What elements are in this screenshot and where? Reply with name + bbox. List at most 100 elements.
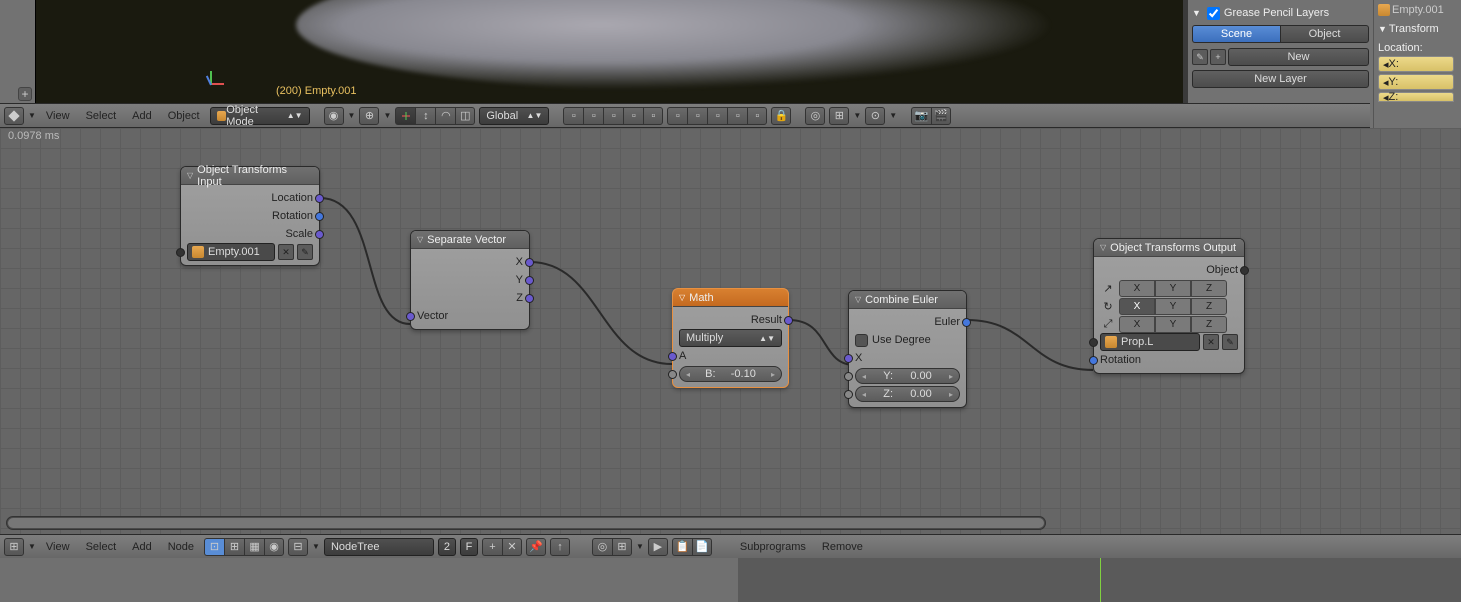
browse-nodetree-icon[interactable]: ⊟ (288, 538, 308, 556)
layer-button[interactable]: ▫ (707, 107, 727, 125)
rotate-manipulator-icon[interactable]: ◠ (435, 107, 455, 125)
node-separate-vector[interactable]: ▽Separate Vector X Y Z Vector (410, 230, 530, 330)
remove-menu[interactable]: Remove (816, 538, 869, 556)
translate-manipulator-icon[interactable]: ↕ (415, 107, 435, 125)
tree-type-icon[interactable]: ⊞ (224, 538, 244, 556)
add-menu[interactable]: Add (126, 538, 158, 556)
loc-y-toggle[interactable]: Y (1155, 280, 1191, 297)
node-combine-euler[interactable]: ▽Combine Euler Euler Use Degree X ◂Y:0.0… (848, 290, 967, 408)
pin-icon[interactable]: 📌 (526, 538, 546, 556)
rot-y-toggle[interactable]: Y (1155, 298, 1191, 315)
location-z-field[interactable]: ◂Z: (1378, 92, 1454, 102)
input-z-field[interactable]: ◂Z:0.00▸ (855, 386, 960, 402)
node-menu[interactable]: Node (162, 538, 200, 556)
layer-button[interactable]: ▫ (687, 107, 707, 125)
nodetree-name-field[interactable]: NodeTree (324, 538, 434, 556)
fake-user-toggle[interactable]: F (460, 538, 478, 556)
eyedropper-icon[interactable]: ✎ (297, 244, 313, 260)
mode-dropdown[interactable]: Object Mode ▲▼ (210, 107, 310, 125)
scene-tab[interactable]: Scene (1192, 25, 1280, 43)
go-parent-icon[interactable]: ↑ (550, 538, 570, 556)
tree-type-icon[interactable]: ◉ (264, 538, 284, 556)
copy-icon[interactable]: 📋 (672, 538, 692, 556)
auto-execution-icon[interactable]: ▶ (648, 538, 668, 556)
layer-button[interactable]: ▫ (563, 107, 583, 125)
select-menu[interactable]: Select (80, 107, 123, 125)
view-menu[interactable]: View (40, 107, 76, 125)
node-header[interactable]: ▽Object Transforms Input (181, 167, 319, 185)
pivot-icon[interactable]: ⊕ (359, 107, 379, 125)
snap-icon[interactable]: ◎ (805, 107, 825, 125)
lock-camera-icon[interactable]: 🔒 (771, 107, 791, 125)
layer-button[interactable]: ▫ (643, 107, 663, 125)
layer-button[interactable]: ▫ (747, 107, 767, 125)
loc-z-toggle[interactable]: Z (1191, 280, 1227, 297)
eyedropper-icon[interactable]: ✎ (1222, 334, 1238, 350)
operation-dropdown[interactable]: Multiply▲▼ (679, 329, 782, 347)
node-math[interactable]: ▽Math Result Multiply▲▼ A ◂B:-0.10▸ (672, 288, 789, 388)
grease-pencil-checkbox[interactable] (1207, 7, 1220, 20)
rot-z-toggle[interactable]: Z (1191, 298, 1227, 315)
scale-y-toggle[interactable]: Y (1155, 316, 1191, 333)
snap-icon[interactable]: ◎ (592, 538, 612, 556)
transform-header[interactable]: ▼ Transform (1378, 20, 1457, 38)
target-object-field[interactable]: Prop.L (1100, 333, 1200, 351)
new-layer-button[interactable]: New Layer (1192, 70, 1369, 88)
render-anim-icon[interactable]: 🎬 (931, 107, 951, 125)
scale-manipulator-icon[interactable]: ◫ (455, 107, 475, 125)
node-object-transforms-output[interactable]: ▽Object Transforms Output Object ↗ X Y Z… (1093, 238, 1245, 374)
add-menu[interactable]: Add (126, 107, 158, 125)
object-tab[interactable]: Object (1280, 25, 1369, 43)
node-header[interactable]: ▽Math (673, 289, 788, 307)
snap-type-icon[interactable]: ⊞ (829, 107, 849, 125)
users-count[interactable]: 2 (438, 538, 456, 556)
layer-button[interactable]: ▫ (727, 107, 747, 125)
snap-target-icon[interactable]: ⊙ (865, 107, 885, 125)
tree-type-icon[interactable]: ⊡ (204, 538, 224, 556)
layer-button[interactable]: ▫ (623, 107, 643, 125)
paste-icon[interactable]: 📄 (692, 538, 712, 556)
grease-pencil-panel-header[interactable]: ▼ Grease Pencil Layers (1192, 4, 1369, 22)
select-menu[interactable]: Select (80, 538, 123, 556)
expand-toolshelf-icon[interactable]: + (18, 87, 32, 101)
object-breadcrumb[interactable]: Empty.001 (1392, 4, 1444, 16)
layer-button[interactable]: ▫ (603, 107, 623, 125)
tree-type-icon[interactable]: ▦ (244, 538, 264, 556)
horizontal-scrollbar[interactable] (6, 516, 1046, 530)
snap-type-icon[interactable]: ⊞ (612, 538, 632, 556)
layer-button[interactable]: ▫ (583, 107, 603, 125)
node-header[interactable]: ▽Separate Vector (411, 231, 529, 249)
render-icon[interactable]: 📷 (911, 107, 931, 125)
location-y-field[interactable]: ◂Y: (1378, 74, 1454, 90)
node-editor[interactable]: 0.0978 ms ▽Object Transforms Input Locat… (0, 128, 1461, 534)
scale-x-toggle[interactable]: X (1119, 316, 1155, 333)
timeline[interactable] (0, 558, 1461, 602)
node-header[interactable]: ▽Object Transforms Output (1094, 239, 1244, 257)
playhead[interactable] (1100, 558, 1101, 602)
manipulator-toggle-icon[interactable] (395, 107, 415, 125)
subprograms-menu[interactable]: Subprograms (734, 538, 812, 556)
tool-shelf[interactable]: + (0, 0, 36, 103)
node-object-transforms-input[interactable]: ▽Object Transforms Input Location Rotati… (180, 166, 320, 266)
object-field[interactable]: Empty.001 (187, 243, 275, 261)
layer-button[interactable]: ▫ (667, 107, 687, 125)
orientation-dropdown[interactable]: Global▲▼ (479, 107, 549, 125)
brush-icon[interactable]: ✎ (1192, 49, 1208, 65)
location-x-field[interactable]: ◂X: (1378, 56, 1454, 72)
editor-type-icon[interactable]: ⊞ (4, 538, 24, 556)
add-tree-icon[interactable]: + (482, 538, 502, 556)
rot-x-toggle[interactable]: X (1119, 298, 1155, 315)
input-y-field[interactable]: ◂Y:0.00▸ (855, 368, 960, 384)
unlink-tree-icon[interactable]: ✕ (502, 538, 522, 556)
view-menu[interactable]: View (40, 538, 76, 556)
node-header[interactable]: ▽Combine Euler (849, 291, 966, 309)
clear-icon[interactable]: ✕ (278, 244, 294, 260)
add-icon[interactable]: + (1210, 49, 1226, 65)
3d-viewport[interactable]: (200) Empty.001 (36, 0, 1183, 103)
checkbox-icon[interactable] (855, 334, 868, 347)
object-menu[interactable]: Object (162, 107, 206, 125)
new-button[interactable]: New (1228, 48, 1369, 66)
input-b-field[interactable]: ◂B:-0.10▸ (679, 366, 782, 382)
clear-icon[interactable]: ✕ (1203, 334, 1219, 350)
loc-x-toggle[interactable]: X (1119, 280, 1155, 297)
